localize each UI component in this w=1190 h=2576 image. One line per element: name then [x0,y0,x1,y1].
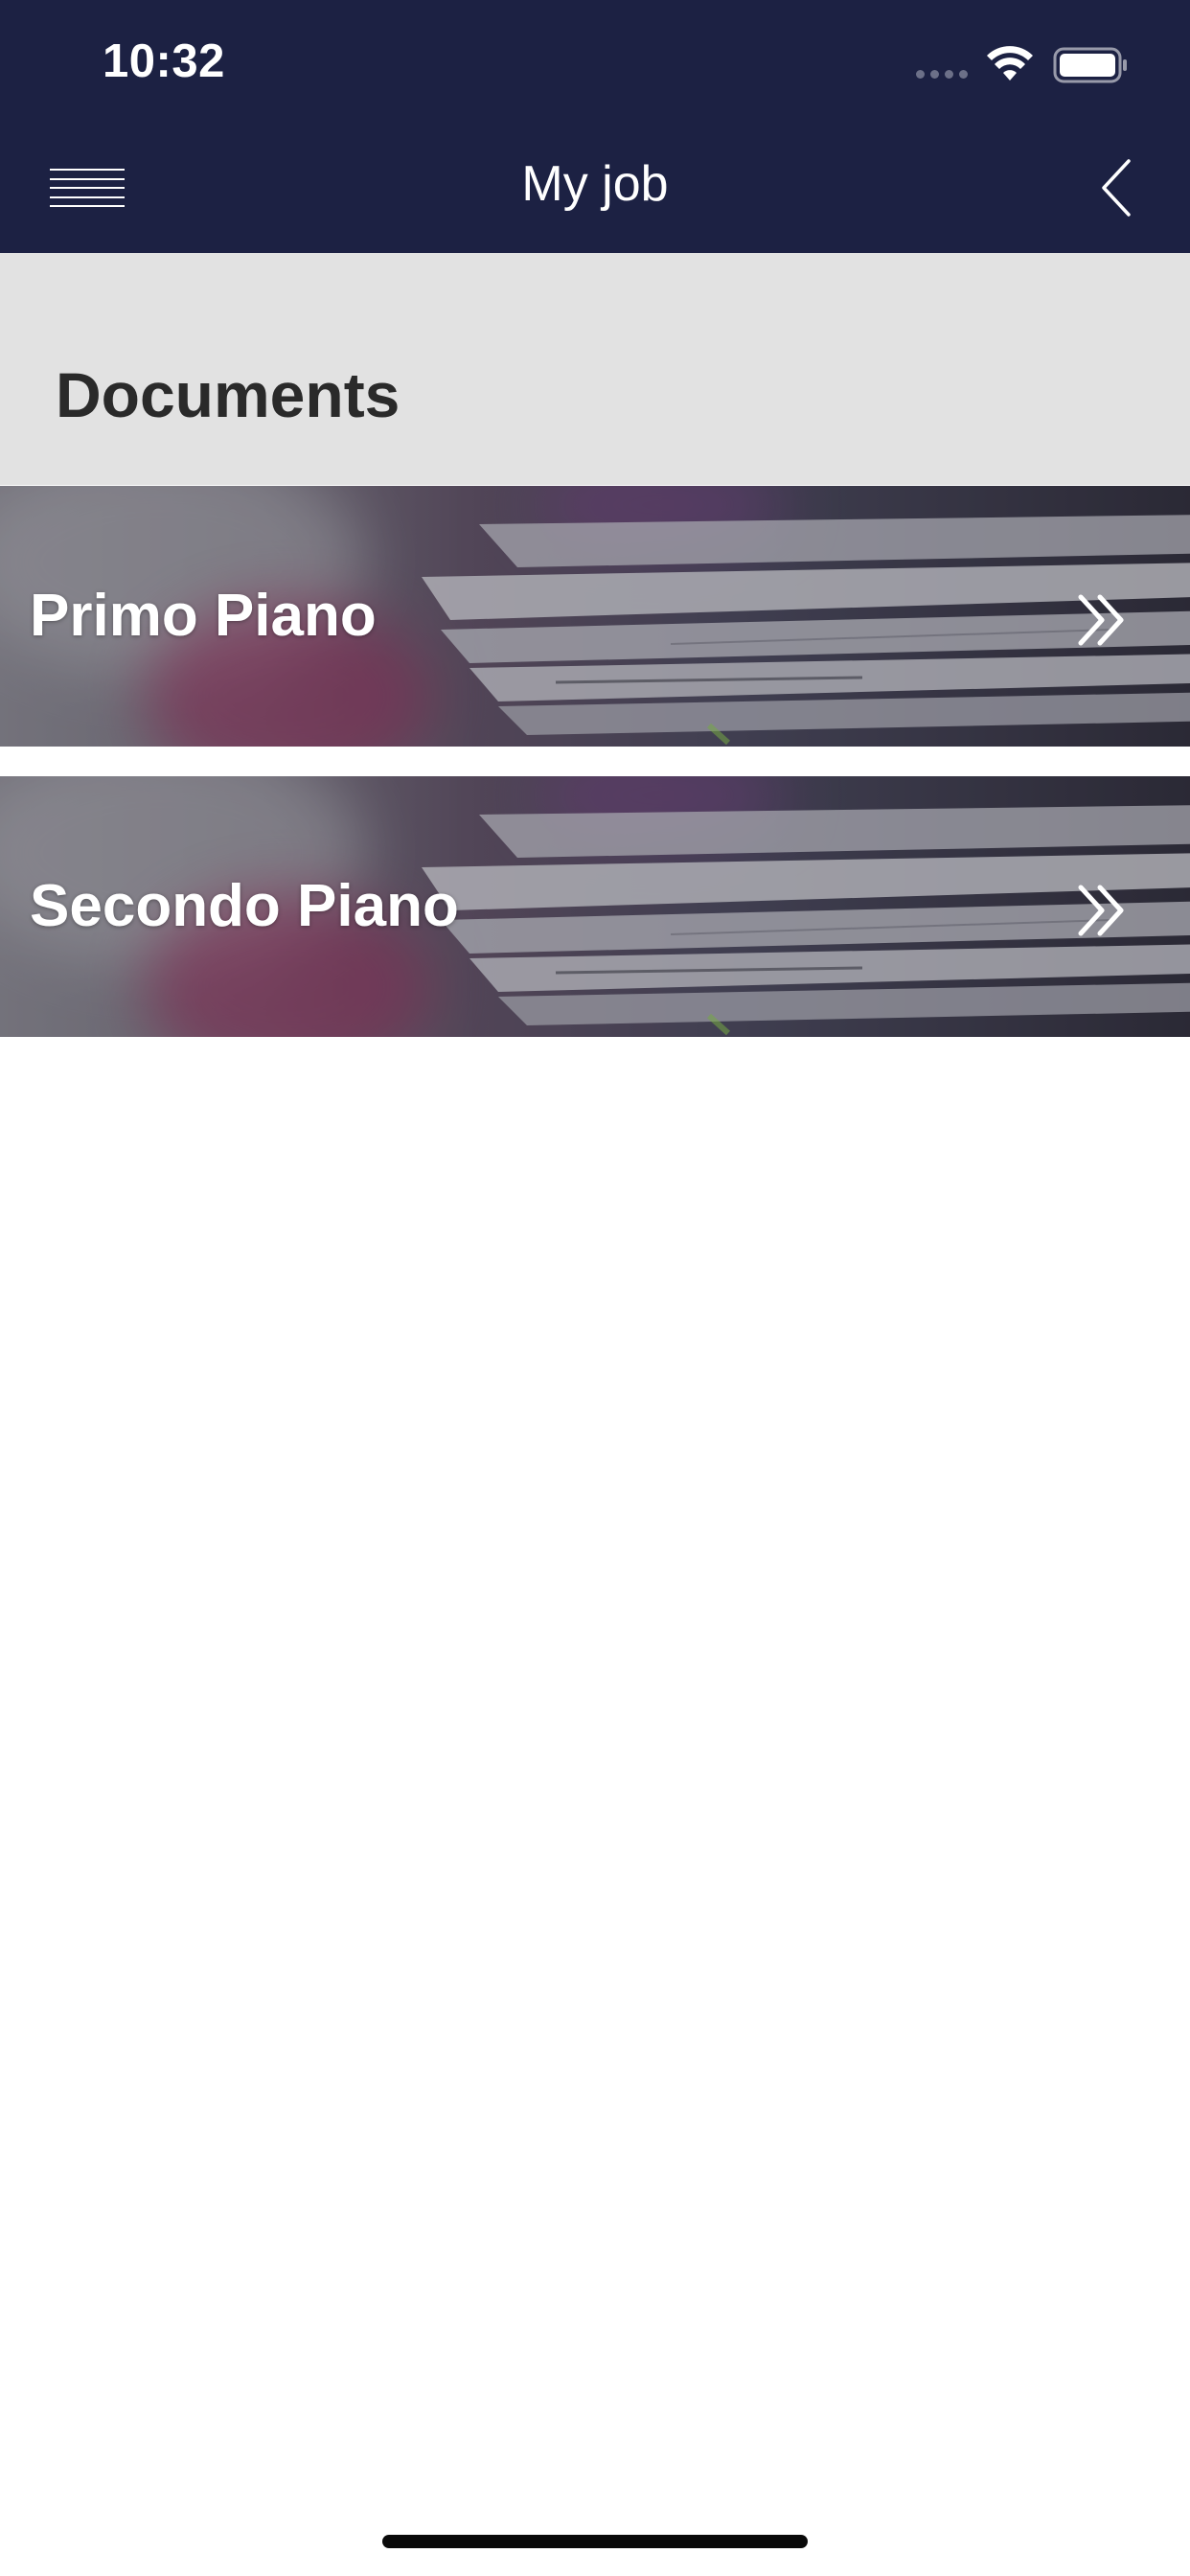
wifi-icon [987,46,1033,80]
document-row-label: Secondo Piano [30,873,459,939]
document-row-primo-piano[interactable]: Primo Piano [0,486,1190,747]
chevron-left-icon[interactable] [1092,153,1142,222]
document-row-label: Primo Piano [30,583,377,649]
status-time: 10:32 [103,35,225,87]
document-row-secondo-piano[interactable]: Secondo Piano [0,776,1190,1037]
double-chevron-right-icon [1078,885,1124,936]
home-indicator[interactable] [382,2535,808,2548]
page-title: My job [521,156,669,212]
top-bar: 10:32 My job [0,0,1190,253]
section-header: Documents [0,253,1190,485]
section-title: Documents [56,359,400,430]
double-chevron-right-icon [1078,594,1124,646]
cellular-signal-icon [916,70,968,79]
battery-icon [1053,47,1127,83]
